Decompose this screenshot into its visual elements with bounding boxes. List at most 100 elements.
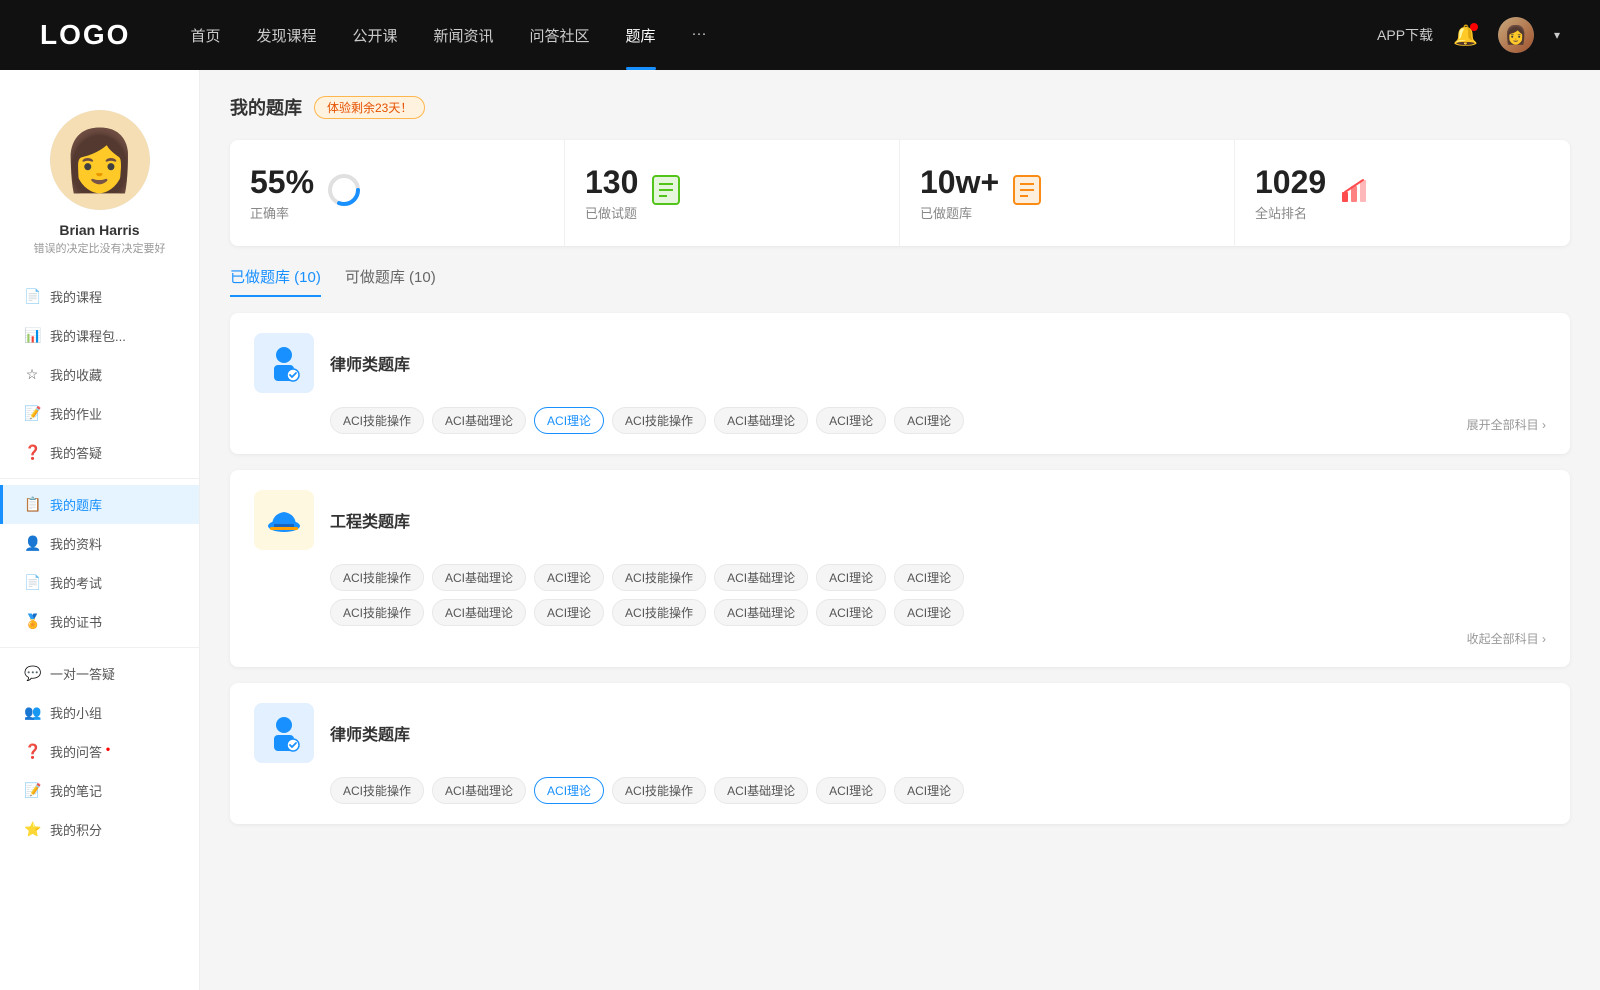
bell-button[interactable]: 🔔	[1453, 23, 1478, 48]
bank-card-lawyer: 律师类题库 ACI技能操作 ACI基础理论 ACI理论 ACI技能操作 ACI基…	[230, 313, 1570, 454]
tag-4[interactable]: ACI技能操作	[612, 407, 706, 434]
done-bank-icon	[1011, 174, 1043, 213]
sidebar-item-my-course[interactable]: 📄 我的课程	[0, 277, 199, 316]
sidebar-label-profile: 我的资料	[50, 534, 102, 553]
l2-tag-1[interactable]: ACI技能操作	[330, 777, 424, 804]
bank-card-tags-eng-row2: ACI技能操作 ACI基础理论 ACI理论 ACI技能操作 ACI基础理论 AC…	[330, 599, 1546, 626]
sidebar-item-questions[interactable]: ❓ 我的答疑	[0, 433, 199, 472]
eng-tag-11[interactable]: ACI技能操作	[612, 599, 706, 626]
sidebar-user-motto: 错误的决定比没有决定要好	[20, 242, 179, 257]
sidebar-label-notes: 我的笔记	[50, 781, 102, 800]
eng-tag-2[interactable]: ACI基础理论	[432, 564, 526, 591]
exam-icon: 📄	[24, 574, 40, 591]
logo[interactable]: LOGO	[40, 19, 130, 51]
l2-tag-5[interactable]: ACI基础理论	[714, 777, 808, 804]
eng-tag-5[interactable]: ACI基础理论	[714, 564, 808, 591]
nav-open-course[interactable]: 公开课	[352, 25, 397, 46]
bank-card-tags-lawyer: ACI技能操作 ACI基础理论 ACI理论 ACI技能操作 ACI基础理论 AC…	[330, 407, 1546, 434]
eng-tag-6[interactable]: ACI理论	[816, 564, 886, 591]
l2-tag-7[interactable]: ACI理论	[894, 777, 964, 804]
tag-1[interactable]: ACI技能操作	[330, 407, 424, 434]
sidebar-item-exam[interactable]: 📄 我的考试	[0, 563, 199, 602]
nav-home[interactable]: 首页	[190, 25, 220, 46]
sidebar-item-certificate[interactable]: 🏅 我的证书	[0, 602, 199, 641]
eng-tag-3[interactable]: ACI理论	[534, 564, 604, 591]
sidebar-label-exam: 我的考试	[50, 573, 102, 592]
page-layout: 👩 Brian Harris 错误的决定比没有决定要好 📄 我的课程 📊 我的课…	[0, 70, 1600, 990]
nav-qa[interactable]: 问答社区	[530, 25, 590, 46]
stat-number-bank: 10w+	[920, 164, 999, 201]
nav-discover[interactable]: 发现课程	[256, 25, 316, 46]
tag-3-highlighted[interactable]: ACI理论	[534, 407, 604, 434]
tag-2[interactable]: ACI基础理论	[432, 407, 526, 434]
eng-tag-1[interactable]: ACI技能操作	[330, 564, 424, 591]
profile-icon: 👤	[24, 535, 40, 552]
eng-tag-10[interactable]: ACI理论	[534, 599, 604, 626]
sidebar-item-points[interactable]: ⭐ 我的积分	[0, 810, 199, 849]
tab-available[interactable]: 可做题库 (10)	[345, 266, 436, 297]
tag-5[interactable]: ACI基础理论	[714, 407, 808, 434]
eng-tag-7[interactable]: ACI理论	[894, 564, 964, 591]
expand-link-lawyer[interactable]: 展开全部科目 ›	[1467, 416, 1546, 433]
user-dropdown-chevron[interactable]: ▾	[1554, 28, 1560, 42]
eng-tag-8[interactable]: ACI技能操作	[330, 599, 424, 626]
l2-tag-3-highlighted[interactable]: ACI理论	[534, 777, 604, 804]
sidebar-item-homework[interactable]: 📝 我的作业	[0, 394, 199, 433]
user-avatar[interactable]: 👩	[1498, 17, 1534, 53]
my-qa-icon: ❓	[24, 743, 40, 760]
group-icon: 👥	[24, 704, 40, 721]
trial-badge: 体验剩余23天！	[314, 96, 425, 119]
eng-tag-9[interactable]: ACI基础理论	[432, 599, 526, 626]
stat-label-correct: 正确率	[250, 203, 314, 222]
bank-card-tags-eng-row1: ACI技能操作 ACI基础理论 ACI理论 ACI技能操作 ACI基础理论 AC…	[330, 564, 1546, 591]
eng-tag-14[interactable]: ACI理论	[894, 599, 964, 626]
l2-tag-4[interactable]: ACI技能操作	[612, 777, 706, 804]
stat-number-rank: 1029	[1255, 164, 1326, 201]
one-on-one-icon: 💬	[24, 665, 40, 682]
sidebar-item-my-qa[interactable]: ❓ 我的问答 ●	[0, 732, 199, 771]
sidebar-label-course-package: 我的课程包...	[50, 326, 126, 345]
points-icon: ⭐	[24, 821, 40, 838]
nav-more[interactable]: ···	[692, 25, 707, 46]
bank-tabs: 已做题库 (10) 可做题库 (10)	[230, 266, 1570, 297]
app-download[interactable]: APP下载	[1377, 25, 1433, 45]
lawyer-card-icon	[254, 333, 314, 393]
questions-icon: ❓	[24, 444, 40, 461]
nav-news[interactable]: 新闻资讯	[434, 25, 494, 46]
stat-correct-rate: 55% 正确率	[230, 140, 565, 246]
homework-icon: 📝	[24, 405, 40, 422]
sidebar-label-one-on-one: 一对一答疑	[50, 664, 115, 683]
certificate-icon: 🏅	[24, 613, 40, 630]
eng-tag-4[interactable]: ACI技能操作	[612, 564, 706, 591]
nav-links: 首页 发现课程 公开课 新闻资讯 问答社区 题库 ···	[190, 25, 1377, 46]
l2-tag-2[interactable]: ACI基础理论	[432, 777, 526, 804]
collapse-link-engineering[interactable]: 收起全部科目 ›	[254, 630, 1546, 647]
sidebar-item-one-on-one[interactable]: 💬 一对一答疑	[0, 654, 199, 693]
sidebar-label-my-qa: 我的问答 ●	[50, 742, 110, 761]
bank-card-header-lawyer-2: 律师类题库	[254, 703, 1546, 763]
page-title: 我的题库	[230, 94, 302, 120]
sidebar-item-bank[interactable]: 📋 我的题库	[0, 485, 199, 524]
sidebar-divider-2	[0, 647, 199, 648]
sidebar-item-group[interactable]: 👥 我的小组	[0, 693, 199, 732]
sidebar-item-course-package[interactable]: 📊 我的课程包...	[0, 316, 199, 355]
stat-done-questions: 130 已做试题	[565, 140, 900, 246]
favorites-icon: ☆	[24, 366, 40, 383]
bank-card-title-lawyer-2: 律师类题库	[330, 721, 410, 745]
bank-card-engineering: 工程类题库 ACI技能操作 ACI基础理论 ACI理论 ACI技能操作 ACI基…	[230, 470, 1570, 667]
sidebar-item-favorites[interactable]: ☆ 我的收藏	[0, 355, 199, 394]
tag-6[interactable]: ACI理论	[816, 407, 886, 434]
sidebar-label-points: 我的积分	[50, 820, 102, 839]
sidebar-item-profile[interactable]: 👤 我的资料	[0, 524, 199, 563]
done-questions-icon	[650, 174, 682, 213]
l2-tag-6[interactable]: ACI理论	[816, 777, 886, 804]
nav-bank[interactable]: 题库	[626, 25, 656, 46]
eng-tag-12[interactable]: ACI基础理论	[714, 599, 808, 626]
sidebar-user-name: Brian Harris	[20, 222, 179, 238]
stat-label-rank: 全站排名	[1255, 203, 1326, 222]
eng-tag-13[interactable]: ACI理论	[816, 599, 886, 626]
sidebar-item-notes[interactable]: 📝 我的笔记	[0, 771, 199, 810]
tab-done[interactable]: 已做题库 (10)	[230, 266, 321, 297]
tag-7[interactable]: ACI理论	[894, 407, 964, 434]
sidebar-label-bank: 我的题库	[50, 495, 102, 514]
